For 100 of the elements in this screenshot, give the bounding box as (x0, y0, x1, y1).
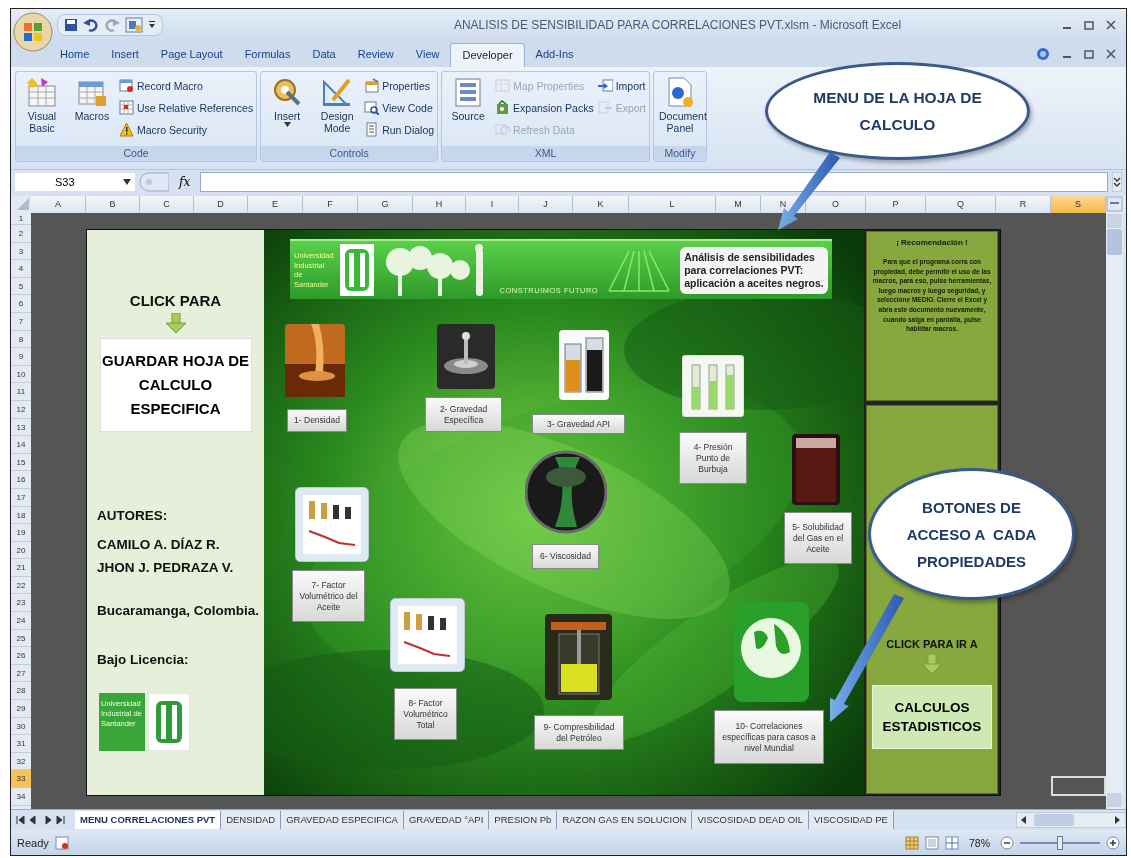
ribbon-button[interactable]: Properties (364, 76, 435, 95)
grid-icon (119, 100, 134, 115)
horizontal-scrollbar[interactable] (1016, 812, 1126, 828)
column-header[interactable]: L (629, 196, 716, 213)
ribbon-button[interactable]: Visual Basic (19, 74, 65, 144)
column-header[interactable]: F (303, 196, 358, 213)
group-label: Code (16, 146, 257, 161)
status-text: Ready (17, 836, 49, 849)
window-title: ANALISIS DE SENSIBILIDAD PARA CORRELACIONES PVT.xlsm - Microsoft Excel (452, 18, 903, 32)
name-box[interactable]: S33 (15, 172, 135, 191)
ribbon-tab[interactable]: Add-Ins (524, 43, 585, 67)
down-arrow-icon (922, 654, 942, 675)
column-header[interactable]: C (140, 196, 194, 213)
group-label: Controls (261, 146, 438, 161)
author-name: JHON J. PEDRAZA V. (97, 560, 234, 575)
column-header[interactable]: A (31, 196, 86, 213)
code-window-icon (364, 100, 380, 115)
close-icon[interactable] (1106, 49, 1116, 59)
ribbon-button[interactable]: Design Mode (314, 74, 361, 144)
formula-handle-icon[interactable] (139, 171, 169, 192)
sheet-tab[interactable]: GRAVEDAD ESPECIFICA (281, 811, 404, 829)
author-name: CAMILO A. DÍAZ R. (97, 537, 220, 552)
export-icon (597, 100, 613, 115)
ribbon-tab[interactable]: View (404, 43, 451, 67)
save-sheet-button[interactable]: GUARDAR HOJA DE CALCULO ESPECIFICA (99, 338, 252, 432)
dropdown-caret-icon[interactable] (123, 178, 131, 185)
undo-icon[interactable] (83, 18, 99, 32)
column-header[interactable]: B (86, 196, 140, 213)
sheet-tab[interactable]: DENSIDAD (221, 811, 282, 829)
selected-cell[interactable] (1051, 776, 1106, 796)
customize-caret-icon[interactable] (148, 20, 156, 30)
location-text: Bucaramanga, Colombia. (97, 603, 260, 618)
sheet-tab[interactable]: PRESION Pb (489, 811, 558, 829)
column-header[interactable]: S (1051, 196, 1106, 213)
table-icon (495, 78, 511, 93)
zoom-in-icon[interactable] (1106, 835, 1120, 850)
sheet-tab[interactable]: VISCOSIDAD DEAD OIL (692, 811, 810, 829)
logo-icon (148, 693, 190, 751)
ribbon-button[interactable]: View Code (364, 98, 435, 117)
column-header[interactable]: O (806, 196, 866, 213)
properties-icon (364, 78, 380, 93)
ribbon-tab[interactable]: Developer (450, 43, 525, 67)
ribbon-button[interactable]: Run Dialog (364, 120, 435, 139)
sheet-tab[interactable]: GRAVEDAD °API (403, 811, 490, 829)
ribbon-tab[interactable]: Formulas (233, 43, 302, 67)
row-header[interactable]: 33 (11, 770, 31, 788)
insert-function-button[interactable]: fx (173, 174, 197, 189)
help-icon[interactable] (1036, 47, 1050, 61)
split-box-icon[interactable] (1106, 196, 1123, 212)
click-label: CLICK PARA (129, 292, 222, 309)
sheet-tab[interactable]: RAZON GAS EN SOLUCION (557, 811, 693, 829)
ribbon-button[interactable]: Insert (264, 74, 311, 144)
expand-icon[interactable] (1112, 171, 1122, 192)
column-header[interactable]: D (194, 196, 248, 213)
record-macro-icon[interactable] (54, 835, 69, 850)
formula-field[interactable] (200, 171, 1108, 192)
ribbon-tab[interactable]: Insert (100, 43, 150, 67)
column-header[interactable]: K (573, 196, 629, 213)
vertical-scrollbar[interactable] (1106, 213, 1123, 809)
group-label: Modify (654, 146, 706, 161)
ribbon-button[interactable]: Import (597, 76, 646, 95)
column-header[interactable]: I (466, 196, 519, 213)
ribbon-button[interactable]: Macro Security (119, 120, 254, 139)
ribbon-tab[interactable]: Review (346, 43, 405, 67)
statistics-button[interactable]: CALCULOS ESTADISTICOS (872, 685, 992, 749)
warning-icon (119, 122, 134, 137)
recommendation-title: ¡ Recomendación ! (895, 238, 969, 247)
ribbon-tab[interactable]: Home (49, 43, 101, 67)
column-header[interactable]: J (519, 196, 573, 213)
ribbon-tab[interactable]: Page Layout (149, 43, 234, 67)
print-preview-icon[interactable] (125, 17, 143, 33)
ribbon-button[interactable]: Source (445, 74, 492, 144)
column-header[interactable]: E (248, 196, 303, 213)
column-header[interactable]: Q (926, 196, 996, 213)
license-label: Bajo Licencia: (97, 652, 189, 667)
dialog-icon (364, 122, 380, 137)
column-header[interactable]: H (413, 196, 466, 213)
zoom-slider[interactable] (1057, 835, 1063, 850)
column-header[interactable]: R (996, 196, 1051, 213)
ribbon-button[interactable]: Record Macro (119, 76, 254, 95)
caret-icon (283, 122, 291, 127)
page-break-icon[interactable] (945, 835, 959, 850)
ribbon-button[interactable]: Use Relative References (119, 98, 254, 117)
sheet-tab[interactable]: VISCOSIDAD PE (809, 811, 894, 829)
column-header[interactable]: M (716, 196, 761, 213)
zoom-level: 78% (969, 836, 990, 849)
ribbon-tab[interactable]: Data (301, 43, 347, 67)
down-arrow-icon (165, 313, 186, 334)
save-icon[interactable] (64, 18, 78, 32)
restore-icon[interactable] (1084, 20, 1094, 30)
column-header[interactable]: P (866, 196, 926, 213)
record-icon (119, 78, 134, 93)
zoom-out-icon[interactable] (1000, 835, 1014, 850)
restore-icon[interactable] (1084, 49, 1094, 59)
close-icon[interactable] (1106, 20, 1116, 30)
ribbon-button[interactable]: Expansion Packs (495, 98, 594, 117)
ribbon-button[interactable]: Macros (69, 74, 115, 144)
column-header[interactable]: G (358, 196, 413, 213)
refresh-icon (495, 122, 511, 137)
sheet-tab[interactable]: MENU CORRELACIONES PVT (75, 811, 222, 829)
